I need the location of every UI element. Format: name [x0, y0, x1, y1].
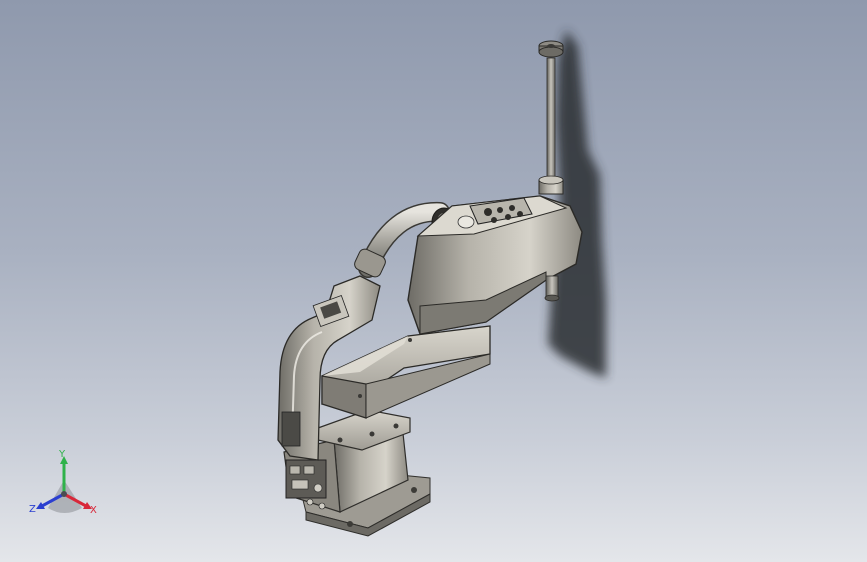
z-axis-label: Z [29, 504, 36, 515]
y-axis-label: Y [59, 449, 66, 460]
scara-robot-model[interactable] [0, 0, 867, 562]
cad-viewport[interactable]: Y Z X [0, 0, 867, 562]
axis-triad: Y Z X [26, 448, 104, 522]
spline-shaft [546, 57, 556, 193]
x-axis-label: X [90, 505, 97, 516]
